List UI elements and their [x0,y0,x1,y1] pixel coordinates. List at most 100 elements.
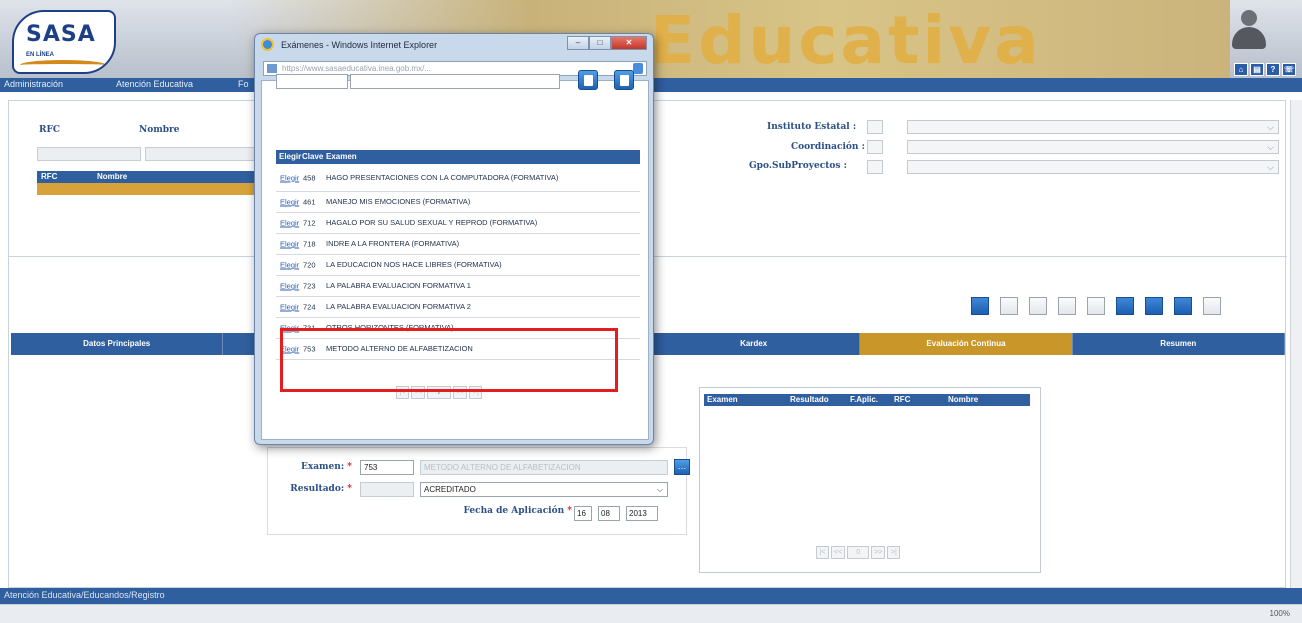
breadcrumb-bar: Atención Educativa/Educandos/Registro [0,588,1302,604]
resultado-select[interactable]: ACREDITADO ⌵ [420,482,668,497]
chevron-down-icon: ⌵ [1267,122,1274,132]
logo-swoosh [20,60,106,70]
delete-button[interactable] [1174,297,1192,315]
examen-row: Elegir 712 HAGALO POR SU SALUD SEXUAL Y RE… [276,213,640,234]
tab-kardex[interactable]: Kardex [647,333,861,355]
required-mark: * [567,506,572,516]
elegir-link[interactable]: Elegir [280,282,299,291]
elegir-link[interactable]: Elegir [280,173,299,182]
tab-datos-principales[interactable]: Datos Principales [11,333,224,355]
fecha-month-input[interactable]: 08 [598,506,620,521]
nombre-field[interactable] [145,147,257,161]
examen-description-field: METODO ALTERNO DE ALFABETIZACION [420,460,668,475]
user-avatar-icon[interactable] [1232,10,1266,50]
examenes-table-header: Elegir Clave Examen [276,150,640,164]
help-icon[interactable]: ? [1266,63,1280,76]
breadcrumb: Atención Educativa/Educandos/Registro [4,590,165,600]
browser-status-strip: 100% [0,604,1302,623]
chevron-down-icon: ⌵ [1267,142,1274,152]
page-select[interactable]: 0 [847,546,870,559]
last-page-button[interactable]: >| [887,546,901,559]
educando-grid-row-selected[interactable] [37,183,259,195]
gpo-select[interactable]: ⌵ [907,160,1279,174]
instituto-select[interactable]: ⌵ [907,120,1279,134]
nombre-label: Nombre [139,125,180,135]
print-button[interactable] [1087,297,1105,315]
examen-search-input[interactable] [350,74,560,89]
fecha-year-input[interactable]: 2013 [626,506,658,521]
next-page-button[interactable]: >> [871,546,886,559]
elegir-link[interactable]: Elegir [280,303,299,312]
phone-icon[interactable]: ☏ [1282,63,1296,76]
clear-search-button[interactable] [614,70,634,90]
fecha-label-text: Fecha de Aplicación [463,506,565,516]
save-button[interactable] [1116,297,1134,315]
examen-code-input[interactable]: 753 [360,460,414,475]
rfc-field[interactable] [37,147,141,161]
clear-icon [620,75,629,86]
col-examen: Examen [707,395,738,404]
menu-atencion-educativa[interactable]: Atención Educativa [116,79,193,89]
search-button[interactable] [578,70,598,90]
header-icon-group: ⌂ ▤ ? ☏ [1234,63,1296,76]
search-icon [584,75,593,86]
chevron-down-icon: ⌵ [656,485,663,494]
elegir-link[interactable]: Elegir [280,261,299,270]
clave-cell: 723 [303,281,316,291]
popup-title: Exámenes - Windows Internet Explorer [281,40,438,50]
examen-cell: MANEJO MIS EMOCIONES (FORMATIVA) [326,197,471,206]
tab-evaluacion-continua[interactable]: Evaluación Continua [860,333,1073,355]
exit-button[interactable] [1203,297,1221,315]
coordinacion-label: Coordinación : [791,142,865,152]
instituto-code [867,120,883,134]
doc-icon[interactable]: ▤ [1250,63,1264,76]
examen-row: Elegir 720 LA EDUCACION NOS HACE LIBRES (F… [276,255,640,276]
clave-search-input[interactable] [276,74,348,89]
examen-label: Examen: * [290,462,352,472]
col-nombre: Nombre [948,395,979,404]
minimize-button[interactable]: – [567,36,589,50]
results-pager: |< << 0 >> >| [816,546,901,559]
undo-button[interactable] [1145,297,1163,315]
col-elegir: Elegir [279,152,302,161]
menu-truncated[interactable]: Fo [238,79,249,89]
search-examen-button[interactable]: … [674,459,690,475]
examen-row: Elegir 723 LA PALABRA EVALUACION FORMATIVA… [276,276,640,297]
examen-row: Elegir 461 MANEJO MIS EMOCIONES (FORMATIVA… [276,192,640,213]
results-grid-header: Examen Resultado F.Aplic. RFC Nombre [704,394,1030,406]
sasa-logo: SASA EN LÍNEA [12,10,116,74]
home-icon[interactable]: ⌂ [1234,63,1248,76]
lock-icon [633,63,643,74]
instituto-label: Instituto Estatal : [767,122,857,132]
first-page-button[interactable]: |< [816,546,829,559]
examen-cell: HAGALO POR SU SALUD SEXUAL Y REPROD (FOR… [326,218,538,227]
clave-cell: 718 [303,239,316,249]
educando-grid-header: RFC Nombre [37,171,259,183]
gpo-subproyectos-label: Gpo.SubProyectos : [749,161,847,171]
examen-cell: LA PALABRA EVALUACION FORMATIVA 2 [326,302,471,311]
fecha-day-input[interactable]: 16 [574,506,592,521]
clave-cell: 720 [303,260,316,270]
info-button[interactable] [1029,297,1047,315]
resultado-label: Resultado: * [268,484,352,494]
grid-col-rfc: RFC [41,172,58,181]
elegir-link[interactable]: Elegir [280,240,299,249]
zoom-level[interactable]: 100% [1270,609,1290,618]
menu-administracion[interactable]: Administración [4,79,63,89]
elegir-link[interactable]: Elegir [280,219,299,228]
results-grid: Examen Resultado F.Aplic. RFC Nombre |< … [699,387,1041,573]
prev-page-button[interactable]: << [831,546,846,559]
copy-button[interactable] [1058,297,1076,315]
close-button[interactable]: ✕ [611,36,647,50]
elegir-link[interactable]: Elegir [280,198,299,207]
coordinacion-select[interactable]: ⌵ [907,140,1279,154]
tab-resumen[interactable]: Resumen [1072,333,1285,355]
page-scrollbar[interactable] [1290,100,1302,588]
chevron-down-icon: ⌵ [1267,162,1274,172]
maximize-button[interactable]: □ [589,36,611,50]
new-record-button[interactable] [971,297,989,315]
col-clave: Clave [302,152,324,161]
edit-record-button[interactable] [1000,297,1018,315]
evaluation-form: Examen: * 753 METODO ALTERNO DE ALFABETI… [267,447,690,535]
clave-cell: 724 [303,302,316,312]
